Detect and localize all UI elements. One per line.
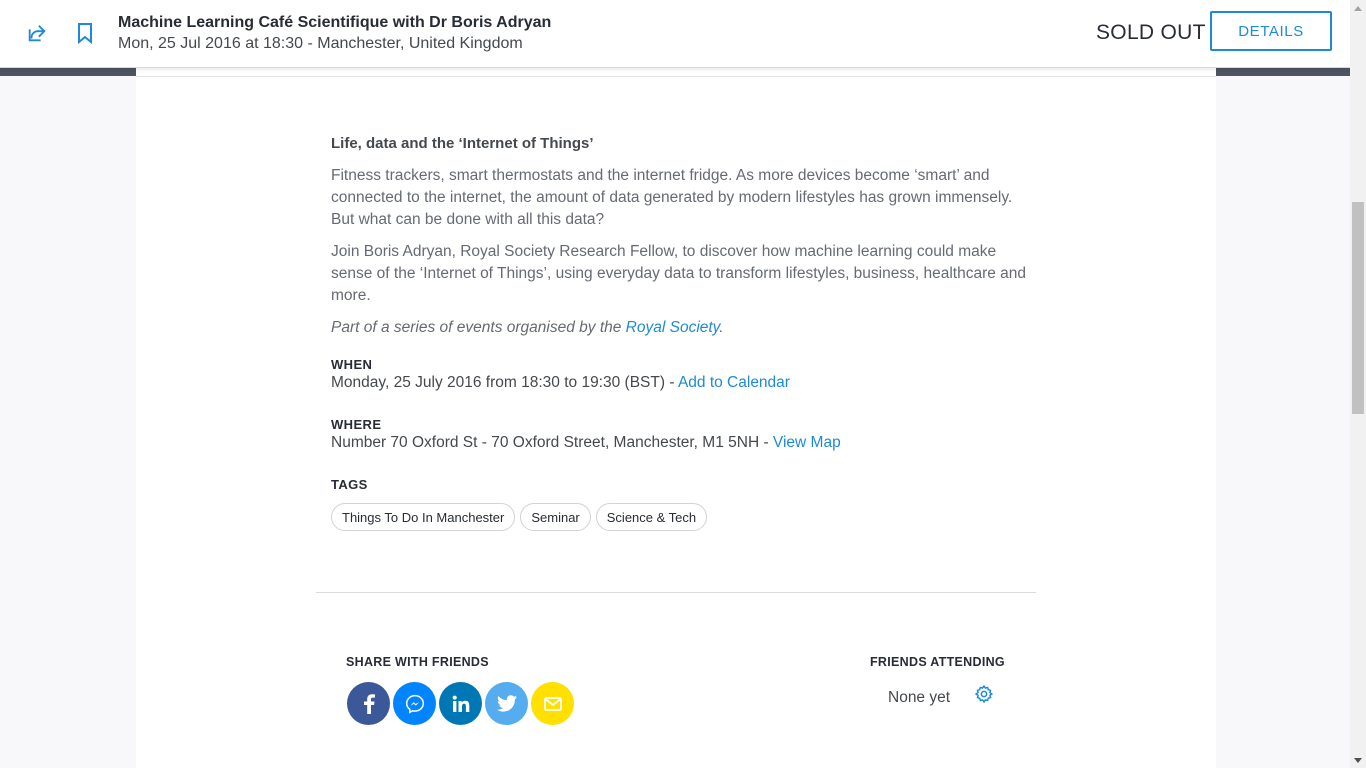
scroll-down-arrow-icon[interactable] xyxy=(1350,752,1366,768)
where-text: Number 70 Oxford St - 70 Oxford Street, … xyxy=(331,434,773,451)
details-button[interactable]: DETAILS xyxy=(1210,11,1332,51)
tag-things-to-do[interactable]: Things To Do In Manchester xyxy=(331,503,516,531)
description-paragraph: Join Boris Adryan, Royal Society Researc… xyxy=(331,243,1027,304)
description-paragraph: Fitness trackers, smart thermostats and … xyxy=(331,167,1013,228)
royal-society-link[interactable]: Royal Society xyxy=(626,319,720,336)
card-top-divider xyxy=(136,76,1216,77)
tag-science-tech[interactable]: Science & Tech xyxy=(595,503,708,531)
messenger-icon[interactable] xyxy=(393,682,436,725)
event-sticky-header: Machine Learning Café Scientifique with … xyxy=(0,0,1366,68)
description-heading: Life, data and the ‘Internet of Things’ xyxy=(331,135,594,152)
series-suffix: . xyxy=(719,319,724,336)
friends-attending-label: FRIENDS ATTENDING xyxy=(870,655,1005,669)
friends-attending-value: None yet xyxy=(888,689,951,706)
sold-out-status: SOLD OUT xyxy=(1096,21,1206,44)
where-value: Number 70 Oxford St - 70 Oxford Street, … xyxy=(331,434,841,452)
share-icon[interactable] xyxy=(25,21,49,45)
tags-list: Things To Do In Manchester Seminar Scien… xyxy=(331,503,708,531)
header-strip-left xyxy=(0,67,136,76)
page-scrollbar[interactable] xyxy=(1350,0,1366,768)
section-divider xyxy=(316,592,1036,593)
scrollbar-thumb[interactable] xyxy=(1352,202,1364,414)
share-label: SHARE WITH FRIENDS xyxy=(346,655,489,669)
event-title: Machine Learning Café Scientifique with … xyxy=(118,14,552,31)
event-card: Life, data and the ‘Internet of Things’ … xyxy=(136,67,1216,768)
view-map-link[interactable]: View Map xyxy=(773,434,841,451)
gear-icon[interactable] xyxy=(974,684,994,704)
email-icon[interactable] xyxy=(531,682,574,725)
twitter-icon[interactable] xyxy=(485,682,528,725)
facebook-icon[interactable] xyxy=(347,682,390,725)
when-text: Monday, 25 July 2016 from 18:30 to 19:30… xyxy=(331,374,678,391)
event-date-location: Mon, 25 Jul 2016 at 18:30 - Manchester, … xyxy=(118,35,523,52)
series-note: Part of a series of events organised by … xyxy=(331,317,1031,339)
linkedin-icon[interactable] xyxy=(439,682,482,725)
tags-label: TAGS xyxy=(331,477,368,492)
share-buttons xyxy=(347,682,574,725)
series-prefix: Part of a series of events organised by … xyxy=(331,319,626,336)
header-strip-right xyxy=(1216,67,1350,76)
tag-seminar[interactable]: Seminar xyxy=(520,503,591,531)
where-label: WHERE xyxy=(331,417,382,432)
add-to-calendar-link[interactable]: Add to Calendar xyxy=(678,374,790,391)
when-label: WHEN xyxy=(331,357,373,372)
bookmark-icon[interactable] xyxy=(73,21,97,45)
scroll-up-arrow-icon[interactable] xyxy=(1350,0,1366,16)
when-value: Monday, 25 July 2016 from 18:30 to 19:30… xyxy=(331,374,790,392)
